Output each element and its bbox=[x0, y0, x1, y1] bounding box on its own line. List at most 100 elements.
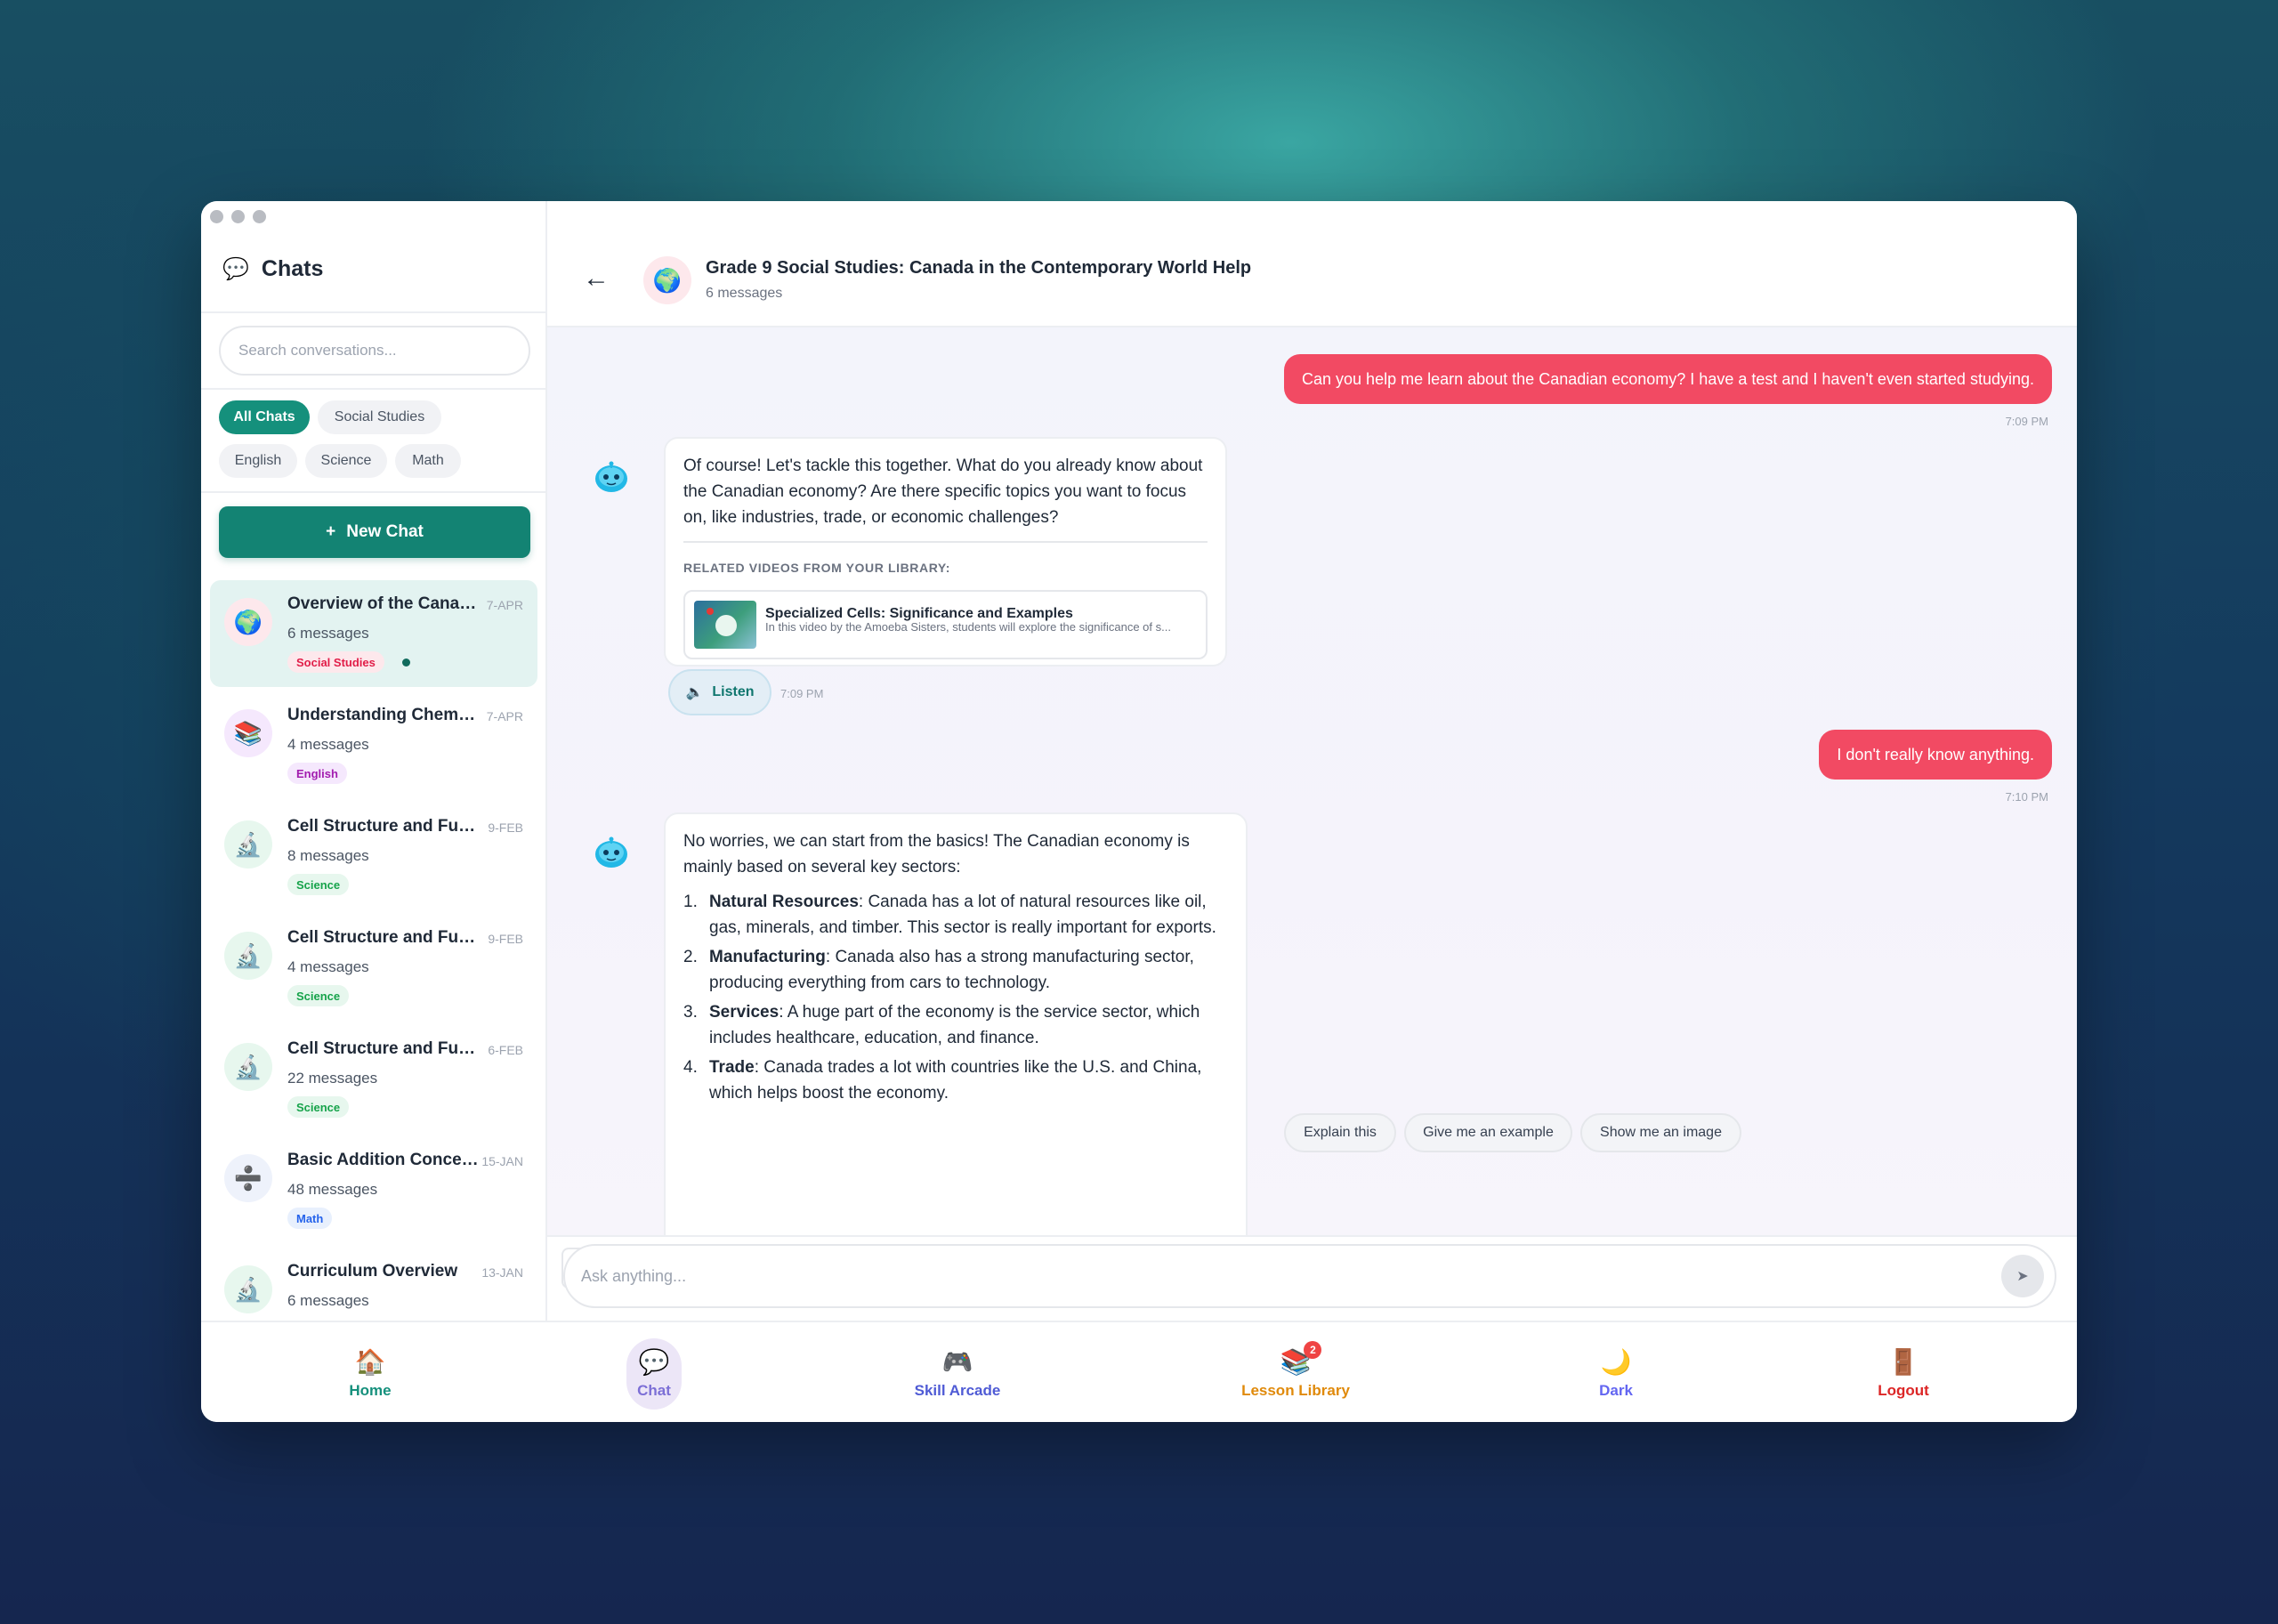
conversation-message-count: 8 messages bbox=[287, 847, 369, 864]
subject-tag: Science bbox=[287, 985, 350, 1006]
conversation-title: Overview of the Canadian Economy bbox=[287, 594, 479, 613]
nav-label: Skill Arcade bbox=[914, 1382, 1001, 1399]
list-item: 1. Natural Resources: Canada has a lot of… bbox=[683, 889, 1228, 941]
sidebar-header: 💬 Chats bbox=[222, 256, 323, 282]
ask-input-container: ➤ bbox=[563, 1244, 2056, 1308]
list-term: Natural Resources bbox=[709, 893, 859, 911]
subject-tag: Social Studies bbox=[287, 651, 384, 673]
filter-social-studies[interactable]: Social Studies bbox=[318, 400, 441, 434]
plus-icon: + bbox=[326, 522, 336, 541]
list-term: Trade bbox=[709, 1058, 755, 1077]
video-description: In this video by the Amoeba Sisters, stu… bbox=[765, 620, 1171, 634]
microscope-icon: 🔬 bbox=[224, 1265, 272, 1313]
nav-label: Logout bbox=[1878, 1382, 1929, 1399]
game-controller-icon: 🎮 bbox=[941, 1348, 973, 1376]
conversation-message-count: 48 messages bbox=[287, 1181, 378, 1198]
robot-avatar-icon bbox=[595, 836, 627, 868]
nav-chat[interactable]: 💬 Chat bbox=[610, 1322, 699, 1422]
divider bbox=[683, 541, 1208, 543]
divider bbox=[201, 388, 545, 390]
nav-lesson-library[interactable]: 📚 2 Lesson Library bbox=[1216, 1322, 1376, 1422]
filter-english[interactable]: English bbox=[219, 444, 297, 478]
list-number: 1. bbox=[683, 893, 698, 911]
conversation-date: 7-APR bbox=[486, 598, 523, 612]
list-text: : Canada trades a lot with countries lik… bbox=[709, 1058, 1202, 1103]
notification-badge: 2 bbox=[1304, 1341, 1322, 1359]
arrow-left-icon[interactable]: ← bbox=[583, 263, 610, 294]
nav-label: Chat bbox=[637, 1382, 671, 1399]
nav-label: Home bbox=[349, 1382, 392, 1399]
list-item: 3. Services: A huge part of the economy i… bbox=[683, 999, 1228, 1051]
conversation-message-count: 6 messages bbox=[287, 625, 369, 642]
nav-home[interactable]: 🏠 Home bbox=[326, 1322, 415, 1422]
subject-tag: Science bbox=[287, 874, 350, 895]
moon-icon: 🌙 bbox=[1600, 1348, 1632, 1376]
minimize-window-button[interactable] bbox=[231, 210, 245, 223]
close-window-button[interactable] bbox=[210, 210, 223, 223]
conversation-date: 9-FEB bbox=[488, 820, 523, 835]
conversation-item[interactable]: 🔬 Cell Structure and Function 9-FEB 8 me… bbox=[210, 803, 537, 909]
conversation-item[interactable]: ➗ Basic Addition Concepts 15-JAN 48 mess… bbox=[210, 1136, 537, 1243]
filter-math[interactable]: Math bbox=[395, 444, 461, 478]
list-item: 4. Trade: Canada trades a lot with countr… bbox=[683, 1054, 1228, 1106]
app-window: 💬 Chats Search conversations... All Chat… bbox=[201, 201, 2077, 1422]
chat-sidebar: 💬 Chats Search conversations... All Chat… bbox=[201, 201, 547, 1321]
list-text: : A huge part of the economy is the serv… bbox=[709, 1003, 1200, 1047]
ask-input[interactable] bbox=[581, 1246, 1969, 1306]
nav-dark-mode[interactable]: 🌙 Dark bbox=[1571, 1322, 1660, 1422]
chat-title: Grade 9 Social Studies: Canada in the Co… bbox=[706, 258, 1252, 278]
globe-icon: 🌍 bbox=[643, 256, 691, 304]
assistant-message-text: Of course! Let's tackle this together. W… bbox=[683, 456, 1203, 527]
conversation-date: 15-JAN bbox=[481, 1154, 523, 1168]
listen-button[interactable]: 🔈 Listen bbox=[668, 669, 771, 715]
subject-tag: English bbox=[287, 763, 347, 784]
conversation-title: Cell Structure and Function bbox=[287, 817, 479, 836]
suggestion-give-example[interactable]: Give me an example bbox=[1404, 1113, 1572, 1152]
maximize-window-button[interactable] bbox=[253, 210, 266, 223]
message-time: 7:09 PM bbox=[2005, 415, 2048, 428]
list-item: 2. Manufacturing: Canada also has a stron… bbox=[683, 944, 1228, 996]
search-conversations-input[interactable]: Search conversations... bbox=[219, 326, 530, 376]
conversation-item[interactable]: 🔬 Cell Structure and Function 6-FEB 22 m… bbox=[210, 1025, 537, 1132]
microscope-icon: 🔬 bbox=[224, 820, 272, 869]
nav-skill-arcade[interactable]: 🎮 Skill Arcade bbox=[895, 1322, 1020, 1422]
user-message: Can you help me learn about the Canadian… bbox=[1284, 354, 2052, 404]
conversation-title: Basic Addition Concepts bbox=[287, 1151, 479, 1169]
suggestion-show-image[interactable]: Show me an image bbox=[1580, 1113, 1741, 1152]
filter-science[interactable]: Science bbox=[305, 444, 387, 478]
microscope-icon: 🔬 bbox=[224, 1043, 272, 1091]
sidebar-title: Chats bbox=[261, 256, 324, 281]
house-icon: 🏠 bbox=[354, 1348, 386, 1376]
speech-bubble-icon: 💬 bbox=[638, 1348, 670, 1376]
books-icon: 📚 bbox=[224, 709, 272, 757]
listen-label: Listen bbox=[712, 684, 755, 699]
conversation-item[interactable]: 🔬 Curriculum Overview 13-JAN 6 messages bbox=[210, 1248, 537, 1321]
unread-dot bbox=[402, 658, 410, 667]
subject-tag: Science bbox=[287, 1096, 350, 1118]
conversation-item[interactable]: 🌍 Overview of the Canadian Economy 7-APR… bbox=[210, 580, 537, 687]
new-chat-button[interactable]: + New Chat bbox=[219, 506, 530, 558]
new-chat-label: New Chat bbox=[346, 522, 424, 541]
list-term: Services bbox=[709, 1003, 780, 1022]
speaker-icon: 🔈 bbox=[685, 685, 704, 700]
speech-bubble-icon: 💬 bbox=[222, 257, 249, 281]
list-number: 4. bbox=[683, 1058, 698, 1077]
suggestion-explain-this[interactable]: Explain this bbox=[1284, 1113, 1396, 1152]
conversation-message-count: 4 messages bbox=[287, 958, 369, 975]
related-video-card[interactable]: Specialized Cells: Significance and Exam… bbox=[683, 590, 1208, 659]
list-term: Manufacturing bbox=[709, 948, 826, 966]
conversation-item[interactable]: 🔬 Cell Structure and Function 9-FEB 4 me… bbox=[210, 914, 537, 1021]
message-list[interactable]: Can you help me learn about the Canadian… bbox=[547, 327, 2077, 1235]
door-icon: 🚪 bbox=[1887, 1348, 1919, 1376]
conversation-item[interactable]: 📚 Understanding Chemistry 7-APR 4 messag… bbox=[210, 691, 537, 798]
nav-logout[interactable]: 🚪 Logout bbox=[1859, 1322, 1948, 1422]
thumbnail-cell-shape bbox=[715, 615, 737, 636]
list-number: 2. bbox=[683, 948, 698, 966]
bottom-nav: 🏠 Home 💬 Chat 🎮 Skill Arcade 📚 2 Lesson L… bbox=[201, 1321, 2077, 1422]
nav-label: Dark bbox=[1599, 1382, 1633, 1399]
filter-all-chats[interactable]: All Chats bbox=[219, 400, 310, 434]
send-icon[interactable]: ➤ bbox=[2001, 1255, 2044, 1297]
conversation-date: 6-FEB bbox=[488, 1043, 523, 1057]
message-time: 7:09 PM bbox=[780, 687, 824, 700]
user-message: I don't really know anything. bbox=[1819, 730, 2052, 780]
